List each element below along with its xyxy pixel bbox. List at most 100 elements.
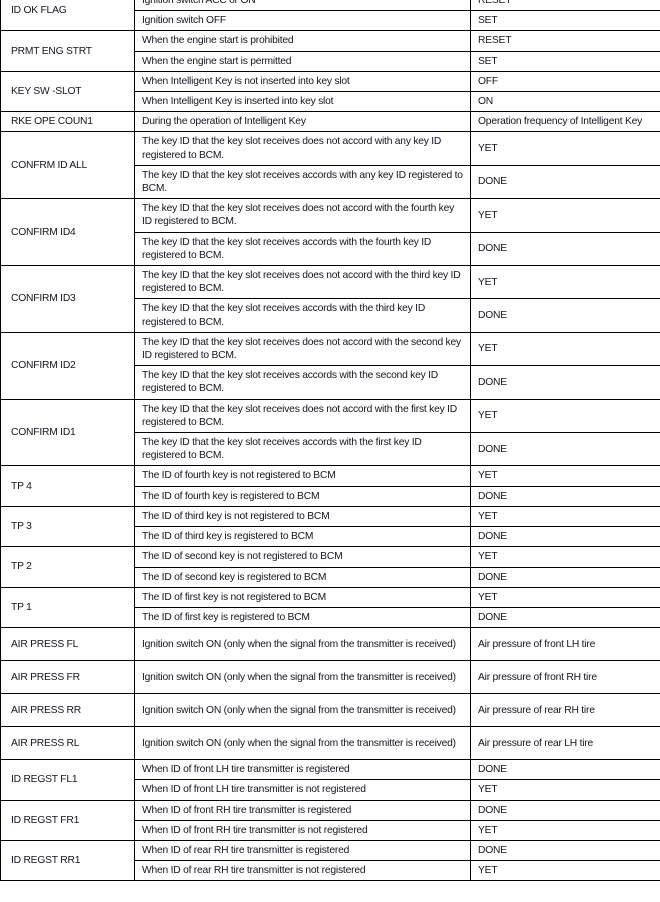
- condition-text: The key ID that the key slot receives do…: [142, 336, 461, 362]
- table-row: CONFRM ID ALL The key ID that the key slo…: [0, 131, 660, 200]
- condition-cell: When ID of rear RH tire transmitter is r…: [134, 839, 471, 862]
- condition-cell: When Intelligent Key is not inserted int…: [134, 70, 471, 93]
- indication-value-cell: DONE: [470, 485, 660, 507]
- condition-text: The ID of second key is registered to BC…: [142, 571, 327, 583]
- indication-value-cell: YET: [470, 860, 660, 882]
- condition-text: When ID of rear RH tire transmitter is r…: [142, 844, 350, 856]
- indication-value-cell: DONE: [470, 526, 660, 548]
- condition-cell: Ignition switch ON (only when the signal…: [134, 627, 471, 662]
- monitor-item-label: CONFIRM ID2: [0, 331, 135, 400]
- indication-value-cell: YET: [470, 398, 660, 434]
- indication-value-cell: OFF: [470, 70, 660, 93]
- monitor-item-label: CONFIRM ID3: [0, 265, 135, 333]
- condition-text: When ID of front RH tire transmitter is …: [142, 804, 352, 816]
- condition-text: When Intelligent Key is inserted into ke…: [142, 96, 334, 108]
- condition-text: The ID of first key is registered to BCM: [142, 611, 310, 623]
- condition-cell: The key ID that the key slot receives ac…: [134, 432, 471, 467]
- condition-cell: During the operation of Intelligent Key: [134, 111, 471, 133]
- condition-text: The key ID that the key slot receives ac…: [142, 236, 432, 261]
- condition-cell: The key ID that the key slot receives do…: [134, 331, 471, 367]
- table-row: AIR PRESS RL Ignition switch ON (only whe…: [0, 726, 660, 761]
- condition-text: During the operation of Intelligent Key: [142, 116, 306, 128]
- condition-text: When ID of rear RH tire transmitter is n…: [142, 865, 366, 877]
- table-row: TP 4 The ID of fourth key is not register…: [0, 465, 660, 507]
- condition-text: Ignition switch ON (only when the signal…: [142, 638, 456, 650]
- table-row: ID OK FLAG Ignition switch ACC or ON RESET: [0, 0, 660, 32]
- indication-value-cell: YET: [470, 331, 660, 367]
- condition-cell: The key ID that the key slot receives do…: [134, 398, 471, 434]
- condition-cell: When ID of front LH tire transmitter is …: [134, 759, 471, 781]
- condition-text: Ignition switch ACC or ON: [142, 0, 256, 6]
- monitor-item-label: AIR PRESS RL: [0, 726, 135, 761]
- condition-text: When the engine start is prohibited: [142, 35, 294, 47]
- monitor-item-label: ID REGST RR1: [0, 839, 135, 882]
- indication-value-cell: YET: [470, 505, 660, 528]
- condition-text: Ignition switch ON (only when the signal…: [142, 671, 456, 683]
- condition-text: Ignition switch ON (only when the signal…: [142, 704, 456, 716]
- monitor-item-label: ID REGST FR1: [0, 799, 135, 841]
- condition-cell: The key ID that the key slot receives do…: [134, 198, 471, 233]
- monitor-item-label: PRMT ENG STRT: [0, 30, 135, 72]
- condition-cell: When the engine start is permitted: [134, 50, 471, 72]
- indication-value-cell: Air pressure of front LH tire: [470, 627, 660, 662]
- indication-value-cell: YET: [470, 586, 660, 608]
- table-row: CONFIRM ID3 The key ID that the key slot …: [0, 265, 660, 333]
- monitor-item-label: TP 2: [0, 546, 135, 588]
- table-body: ID OK FLAG Ignition switch ACC or ON RESET…: [0, 0, 660, 882]
- condition-cell: When ID of rear RH tire transmitter is n…: [134, 860, 471, 882]
- table-row: TP 1 The ID of first key is not registere…: [0, 586, 660, 629]
- condition-text: Ignition switch ON (only when the signal…: [142, 737, 456, 749]
- indication-value-cell: Air pressure of rear LH tire: [470, 726, 660, 761]
- condition-cell: The key ID that the key slot receives ac…: [134, 365, 471, 400]
- indication-value-cell: YET: [470, 819, 660, 841]
- condition-cell: The ID of first key is not registered to…: [134, 586, 471, 608]
- condition-text: When Intelligent Key is not inserted int…: [142, 75, 350, 87]
- indication-value-cell: DONE: [470, 566, 660, 588]
- condition-text: When ID of front LH tire transmitter is …: [142, 784, 366, 796]
- condition-cell: The ID of second key is registered to BC…: [134, 566, 471, 588]
- condition-cell: The ID of fourth key is registered to BC…: [134, 485, 471, 507]
- indication-value-cell: SET: [470, 10, 660, 32]
- condition-text: The key ID that the key slot receives ac…: [142, 437, 422, 462]
- monitor-item-label: AIR PRESS FR: [0, 660, 135, 695]
- condition-cell: Ignition switch ON (only when the signal…: [134, 660, 471, 695]
- indication-value-cell: RESET: [470, 30, 660, 52]
- indication-value-cell: DONE: [470, 298, 660, 333]
- condition-text: The ID of fourth key is not registered t…: [142, 470, 336, 482]
- monitor-item-label: ID REGST FL1: [0, 759, 135, 801]
- condition-cell: The key ID that the key slot receives ac…: [134, 164, 471, 200]
- condition-cell: Ignition switch OFF: [134, 10, 471, 32]
- table-row: CONFIRM ID1 The key ID that the key slot …: [0, 398, 660, 467]
- condition-text: The ID of first key is not registered to…: [142, 591, 327, 603]
- condition-text: The ID of third key is not registered to…: [142, 510, 330, 522]
- monitor-item-label: AIR PRESS RR: [0, 693, 135, 728]
- table-row: ID REGST FL1 When ID of front LH tire tra…: [0, 759, 660, 801]
- condition-text: When ID of front LH tire transmitter is …: [142, 764, 350, 776]
- condition-cell: Ignition switch ACC or ON: [134, 0, 471, 12]
- condition-text: When the engine start is permitted: [142, 55, 292, 67]
- table-row: TP 3 The ID of third key is not registere…: [0, 505, 660, 548]
- condition-text: The key ID that the key slot receives do…: [142, 203, 455, 228]
- indication-value-cell: Air pressure of front RH tire: [470, 660, 660, 695]
- condition-text: The key ID that the key slot receives do…: [142, 136, 442, 161]
- condition-cell: When ID of front RH tire transmitter is …: [134, 819, 471, 841]
- monitor-item-label: TP 3: [0, 505, 135, 548]
- condition-cell: When ID of front RH tire transmitter is …: [134, 799, 471, 821]
- table-row: PRMT ENG STRT When the engine start is pr…: [0, 30, 660, 72]
- monitor-item-label: CONFIRM ID1: [0, 398, 135, 467]
- indication-value-cell: DONE: [470, 231, 660, 267]
- table-row: CONFIRM ID4 The key ID that the key slot …: [0, 198, 660, 267]
- condition-text: The ID of fourth key is registered to BC…: [142, 490, 320, 502]
- monitor-item-label: TP 1: [0, 586, 135, 629]
- indication-value-cell: DONE: [470, 839, 660, 862]
- table-row: CONFIRM ID2 The key ID that the key slot …: [0, 331, 660, 400]
- indication-value-cell: SET: [470, 50, 660, 72]
- indication-value-cell: RESET: [470, 0, 660, 12]
- indication-value-cell: DONE: [470, 164, 660, 200]
- condition-cell: The ID of third key is registered to BCM: [134, 526, 471, 548]
- condition-cell: The ID of fourth key is not registered t…: [134, 465, 471, 487]
- condition-text: Ignition switch OFF: [142, 15, 227, 27]
- condition-cell: When ID of front LH tire transmitter is …: [134, 779, 471, 801]
- data-monitor-table: ID OK FLAG Ignition switch ACC or ON RESET…: [0, 0, 660, 882]
- monitor-item-label: RKE OPE COUN1: [0, 111, 135, 133]
